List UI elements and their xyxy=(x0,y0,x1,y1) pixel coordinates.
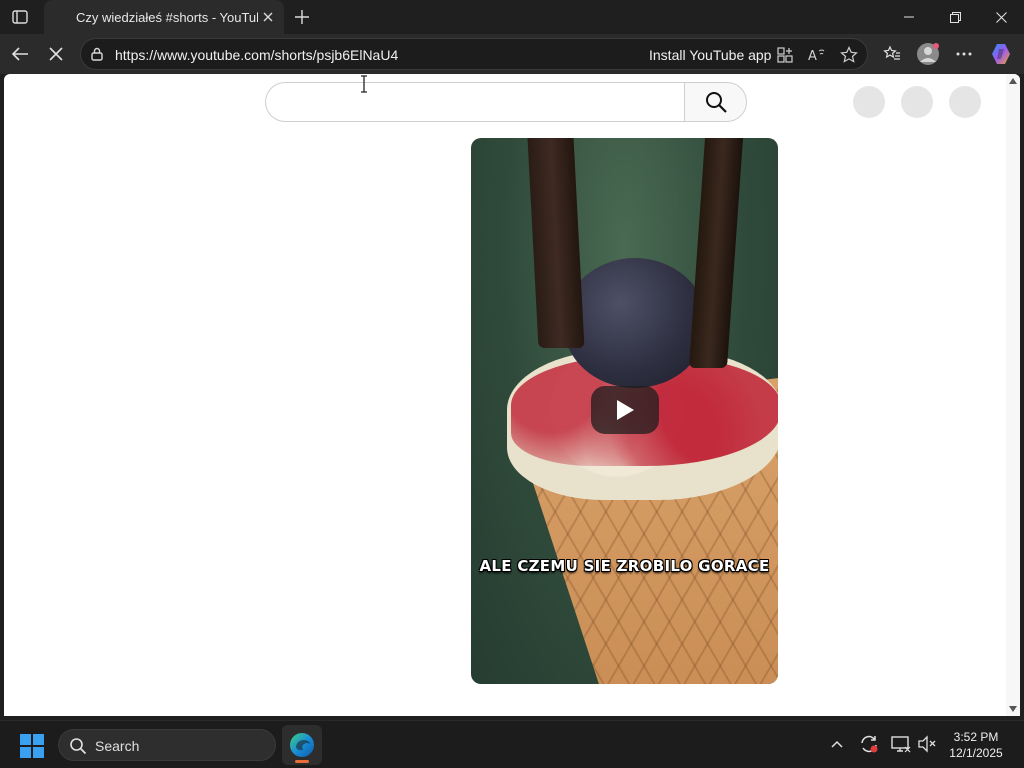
video-frame-tong-right xyxy=(688,138,744,368)
copilot-button[interactable] xyxy=(988,40,1016,68)
network-tray-button[interactable] xyxy=(890,733,912,755)
address-bar[interactable]: https://www.youtube.com/shorts/psjb6ElNa… xyxy=(80,38,868,70)
scroll-down-icon[interactable] xyxy=(1009,706,1017,712)
profile-button[interactable] xyxy=(914,40,942,68)
play-icon xyxy=(617,400,634,420)
back-arrow-icon xyxy=(11,47,28,61)
sync-tray-button[interactable] xyxy=(858,733,880,755)
close-icon xyxy=(263,12,273,22)
show-hidden-icons-button[interactable] xyxy=(826,733,848,755)
minimize-icon xyxy=(904,16,914,18)
profile-avatar-icon xyxy=(917,43,939,65)
play-button[interactable] xyxy=(591,386,659,434)
title-bar: Czy wiedziałeś #shorts - YouTube xyxy=(0,0,1024,34)
header-button-placeholder[interactable] xyxy=(901,86,933,118)
settings-menu-button[interactable] xyxy=(950,40,978,68)
favorites-button[interactable] xyxy=(878,40,906,68)
edge-browser-icon xyxy=(290,733,314,757)
tab-close-button[interactable] xyxy=(260,9,276,25)
stop-loading-button[interactable] xyxy=(42,40,70,68)
tab-title: Czy wiedziałeś #shorts - YouTube xyxy=(76,9,258,25)
network-monitor-icon xyxy=(891,736,911,753)
favorite-star-icon[interactable] xyxy=(839,45,859,65)
favorites-icon xyxy=(883,45,900,60)
close-icon xyxy=(995,11,1007,23)
search-icon xyxy=(705,92,727,113)
minimize-button[interactable] xyxy=(886,0,932,34)
taskbar-search-box[interactable]: Search xyxy=(58,729,276,761)
lock-icon[interactable] xyxy=(89,46,105,62)
youtube-search-bar xyxy=(265,82,747,122)
plus-icon xyxy=(295,10,309,24)
taskbar-search-label: Search xyxy=(95,738,140,754)
page-viewport: ALE CZEMU SIE ZROBILO GORACE xyxy=(4,74,1020,716)
windows-logo-icon xyxy=(20,734,31,745)
tab-actions-icon xyxy=(12,10,28,24)
edge-taskbar-button[interactable] xyxy=(282,725,322,765)
video-frame-tong-left xyxy=(527,138,585,348)
header-button-placeholder[interactable] xyxy=(853,86,885,118)
windows-logo-icon xyxy=(20,747,31,758)
clock-date: 12/1/2025 xyxy=(949,746,1003,760)
back-button[interactable] xyxy=(6,40,34,68)
search-button[interactable] xyxy=(684,82,747,122)
volume-muted-icon xyxy=(918,735,936,753)
copilot-icon xyxy=(992,44,1010,64)
tab-actions-button[interactable] xyxy=(8,6,32,28)
svg-text:A: A xyxy=(808,49,817,63)
windows-logo-icon xyxy=(33,734,44,745)
video-caption: ALE CZEMU SIE ZROBILO GORACE xyxy=(479,557,770,575)
search-icon xyxy=(70,738,87,755)
sync-icon xyxy=(861,735,878,753)
volume-tray-button[interactable] xyxy=(916,733,938,755)
page-scrollbar[interactable] xyxy=(1006,74,1020,716)
close-window-button[interactable] xyxy=(978,0,1024,34)
start-button[interactable] xyxy=(20,734,44,758)
url-text[interactable]: https://www.youtube.com/shorts/psjb6ElNa… xyxy=(115,47,398,63)
taskbar: Search 3:52 PM 12/1/2025 xyxy=(0,720,1024,768)
restore-button[interactable] xyxy=(932,0,978,34)
chevron-up-icon xyxy=(831,740,843,748)
navigation-bar: https://www.youtube.com/shorts/psjb6ElNa… xyxy=(0,34,1024,74)
app-install-icon[interactable] xyxy=(775,45,795,65)
video-frame-ball xyxy=(563,258,707,388)
read-aloud-icon[interactable]: A xyxy=(807,45,827,65)
header-button-placeholder[interactable] xyxy=(949,86,981,118)
windows-logo-icon xyxy=(33,747,44,758)
restore-icon xyxy=(949,11,961,23)
more-options-icon xyxy=(956,52,972,56)
stop-icon xyxy=(49,47,63,61)
clock-time: 3:52 PM xyxy=(953,730,999,744)
scroll-up-icon[interactable] xyxy=(1009,78,1017,84)
browser-window: Czy wiedziałeś #shorts - YouTube https:/… xyxy=(0,0,1024,768)
text-cursor-icon xyxy=(361,75,367,93)
active-tab[interactable]: Czy wiedziałeś #shorts - YouTube xyxy=(44,0,284,34)
search-input[interactable] xyxy=(265,82,685,122)
new-tab-button[interactable] xyxy=(290,5,314,29)
taskbar-clock[interactable]: 3:52 PM 12/1/2025 xyxy=(940,729,1012,761)
shorts-video-player[interactable]: ALE CZEMU SIE ZROBILO GORACE xyxy=(471,138,778,684)
active-app-indicator xyxy=(295,760,309,763)
install-app-link[interactable]: Install YouTube app xyxy=(649,47,771,63)
